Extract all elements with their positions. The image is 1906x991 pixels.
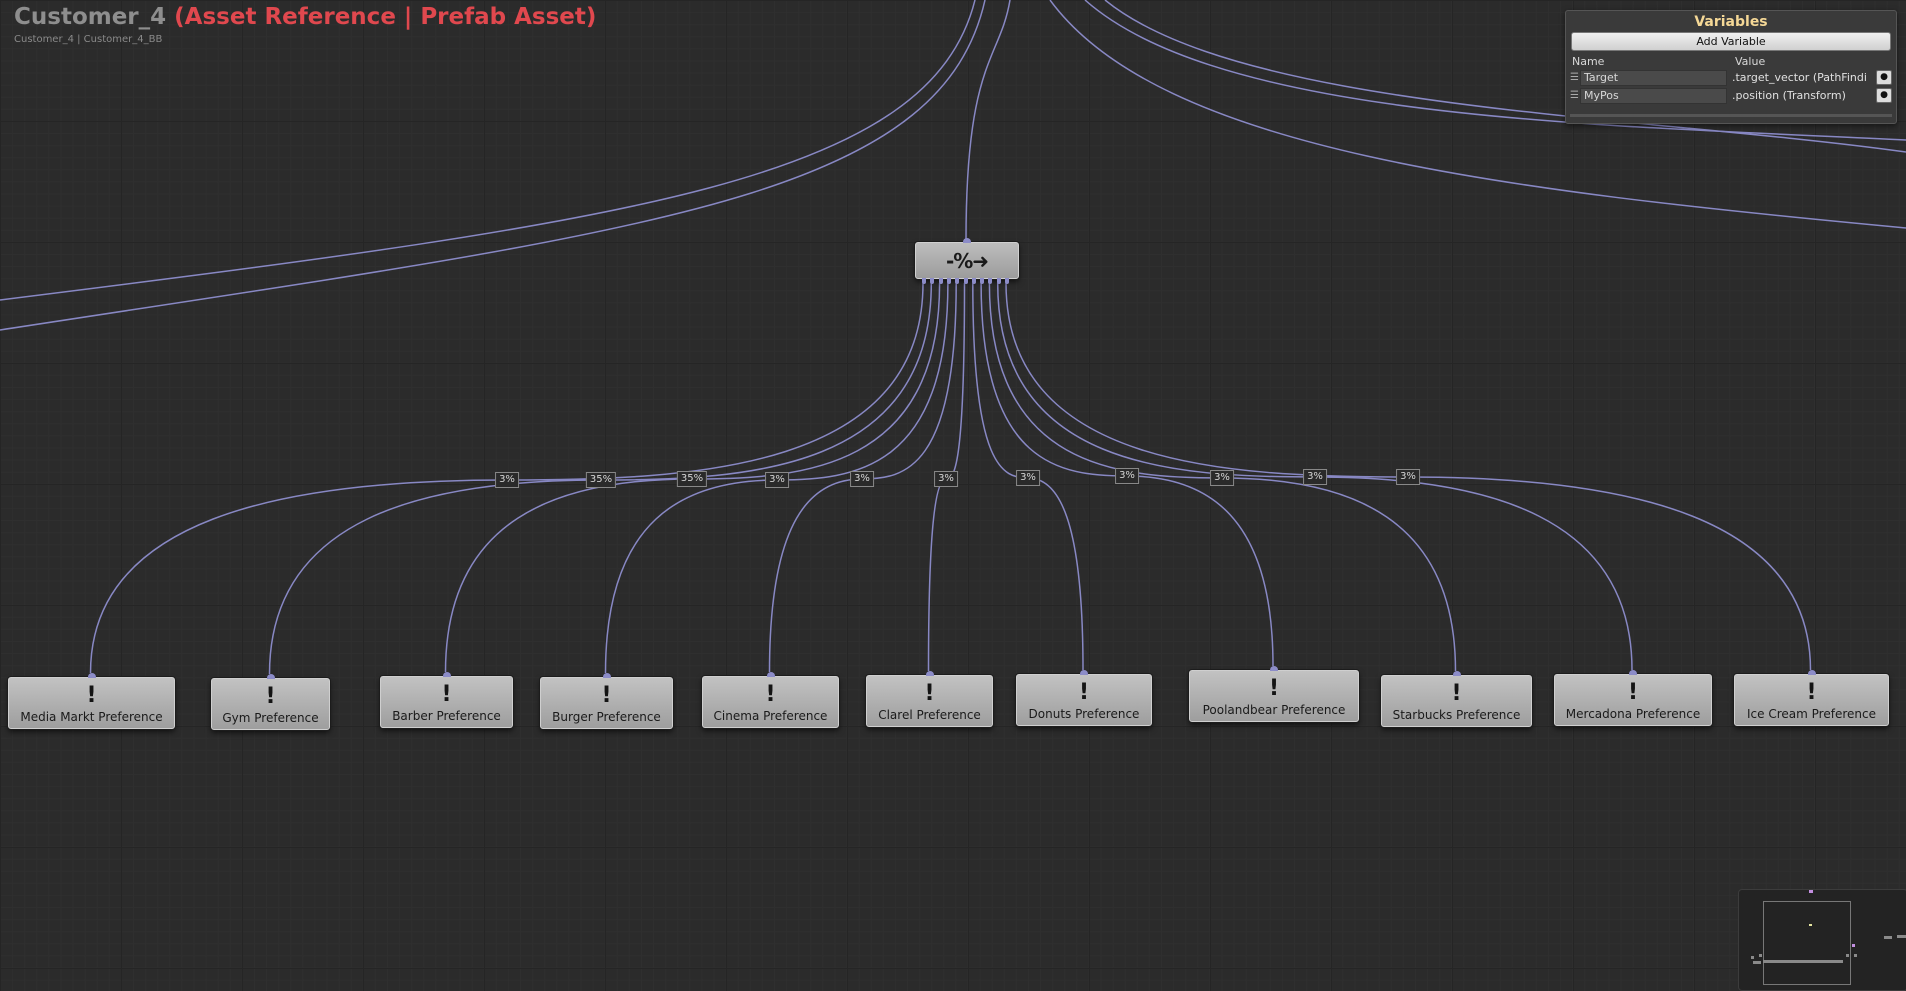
- probability-label[interactable]: 3%: [1303, 469, 1327, 485]
- action-node[interactable]: ! Gym Preference: [211, 674, 330, 730]
- graph-name: Customer_4: [14, 4, 167, 30]
- probability-selector-icon: -%➜: [945, 248, 989, 273]
- output-port[interactable]: [971, 278, 976, 284]
- minimap-viewport[interactable]: [1763, 901, 1851, 985]
- action-node[interactable]: ! Ice Cream Preference: [1734, 670, 1889, 726]
- probability-label[interactable]: 3%: [850, 471, 874, 487]
- exclamation-icon: !: [1268, 676, 1280, 701]
- output-port[interactable]: [988, 278, 993, 284]
- drag-handle-icon[interactable]: ☰: [1570, 72, 1580, 83]
- input-port[interactable]: [1629, 670, 1637, 675]
- exclamation-icon: !: [1806, 680, 1817, 705]
- minimap[interactable]: [1738, 889, 1906, 991]
- variable-name-field[interactable]: MyPos: [1580, 87, 1727, 104]
- input-port[interactable]: [266, 674, 275, 679]
- output-port[interactable]: [963, 278, 968, 284]
- action-node-label: Poolandbear Preference: [1202, 703, 1346, 717]
- output-port[interactable]: [996, 278, 1001, 284]
- object-picker-icon[interactable]: ●: [1876, 88, 1892, 103]
- wire-upper: [0, 0, 976, 301]
- variables-panel: Variables Add Variable Name Value ☰ Targ…: [1565, 10, 1897, 124]
- input-port[interactable]: [602, 673, 611, 678]
- drag-handle-icon[interactable]: ☰: [1570, 90, 1580, 101]
- action-node[interactable]: ! Burger Preference: [540, 673, 673, 729]
- exclamation-icon: !: [765, 682, 776, 707]
- output-port[interactable]: [930, 278, 935, 284]
- output-port[interactable]: [1005, 278, 1009, 284]
- action-node[interactable]: ! Poolandbear Preference: [1189, 666, 1359, 722]
- exclamation-icon: !: [1078, 680, 1090, 705]
- asset-tag: (Asset Reference | Prefab Asset): [174, 4, 597, 30]
- exclamation-icon: !: [265, 684, 276, 709]
- name-column-header: Name: [1572, 55, 1605, 68]
- variable-row-target: ☰ Target .target_vector (PathFindi ●: [1566, 69, 1896, 86]
- breadcrumb: Customer_4 | Customer_4_BB: [14, 34, 163, 45]
- probability-label[interactable]: 3%: [495, 472, 519, 488]
- exclamation-icon: !: [924, 681, 935, 706]
- action-node-label: Media Markt Preference: [20, 710, 163, 724]
- action-node-label: Mercadona Preference: [1565, 707, 1701, 721]
- wire-upper: [0, 0, 986, 331]
- action-node[interactable]: ! Barber Preference: [380, 672, 513, 728]
- probability-label[interactable]: 3%: [1016, 470, 1040, 486]
- output-port[interactable]: [980, 278, 985, 284]
- action-node[interactable]: ! Mercadona Preference: [1554, 670, 1712, 726]
- input-port[interactable]: [1807, 670, 1816, 675]
- connection-wires: [0, 0, 1906, 675]
- variable-name-field[interactable]: Target: [1580, 69, 1727, 86]
- input-port[interactable]: [766, 672, 775, 677]
- output-port[interactable]: [922, 278, 926, 284]
- value-column-header: Value: [1735, 55, 1766, 68]
- probability-label[interactable]: 3%: [1115, 468, 1139, 484]
- probability-selector-node[interactable]: -%➜: [915, 238, 1019, 284]
- input-port[interactable]: [1452, 671, 1461, 676]
- exclamation-icon: !: [1451, 681, 1462, 706]
- output-ports: [922, 278, 1012, 284]
- graph-title: Customer_4 (Asset Reference | Prefab Asse…: [14, 4, 596, 30]
- action-node-label: Barber Preference: [392, 709, 501, 723]
- exclamation-icon: !: [86, 683, 97, 708]
- input-port[interactable]: [1080, 670, 1088, 675]
- exclamation-icon: !: [441, 682, 452, 707]
- action-node-label: Ice Cream Preference: [1747, 707, 1876, 721]
- action-node[interactable]: ! Clarel Preference: [866, 671, 993, 727]
- action-node-label: Gym Preference: [222, 711, 319, 725]
- probability-label[interactable]: 3%: [765, 472, 789, 488]
- probability-label[interactable]: 35%: [676, 471, 708, 487]
- output-port[interactable]: [955, 278, 960, 284]
- action-node[interactable]: ! Cinema Preference: [702, 672, 839, 728]
- input-port[interactable]: [87, 673, 96, 678]
- variable-value: .position (Transform): [1732, 89, 1846, 102]
- exclamation-icon: !: [1627, 680, 1639, 705]
- action-node-label: Burger Preference: [552, 710, 661, 724]
- action-node[interactable]: ! Donuts Preference: [1016, 670, 1152, 726]
- variables-title: Variables: [1694, 14, 1768, 30]
- action-node-label: Cinema Preference: [713, 709, 828, 723]
- action-node-label: Clarel Preference: [878, 708, 981, 722]
- variable-row-mypos: ☰ MyPos .position (Transform) ●: [1566, 87, 1896, 104]
- probability-label[interactable]: 3%: [1210, 470, 1234, 486]
- input-port[interactable]: [963, 238, 971, 243]
- add-variable-button[interactable]: Add Variable: [1571, 32, 1891, 51]
- input-port[interactable]: [442, 672, 451, 677]
- probability-label[interactable]: 3%: [934, 471, 958, 487]
- probability-label[interactable]: 35%: [585, 472, 617, 488]
- output-port[interactable]: [938, 278, 943, 284]
- input-port[interactable]: [1270, 666, 1278, 671]
- object-picker-icon[interactable]: ●: [1876, 70, 1892, 85]
- action-node[interactable]: ! Media Markt Preference: [8, 673, 175, 729]
- variables-header: Name Value: [1566, 51, 1896, 68]
- action-node-label: Donuts Preference: [1028, 707, 1140, 721]
- output-port[interactable]: [946, 278, 951, 284]
- action-node[interactable]: ! Starbucks Preference: [1381, 671, 1532, 727]
- panel-resize-bar[interactable]: [1570, 114, 1892, 117]
- action-node-label: Starbucks Preference: [1392, 708, 1521, 722]
- probability-label[interactable]: 3%: [1396, 469, 1420, 485]
- exclamation-icon: !: [601, 683, 612, 708]
- wire-upper: [965, 0, 1011, 241]
- input-port[interactable]: [925, 671, 934, 676]
- variable-value: .target_vector (PathFindi: [1732, 71, 1867, 84]
